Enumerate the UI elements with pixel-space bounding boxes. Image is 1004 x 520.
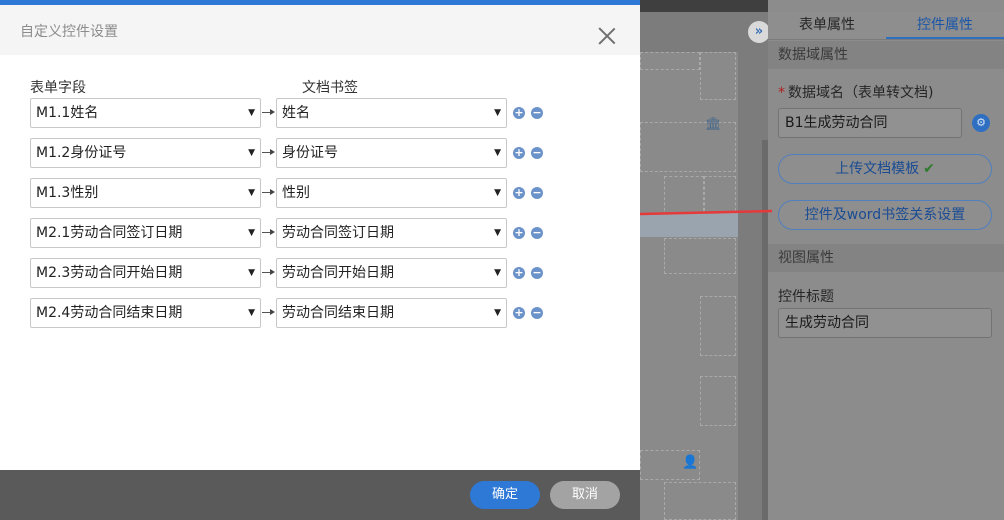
confirm-button[interactable]: 确定 [470, 481, 540, 509]
tab-form-properties[interactable]: 表单属性 [768, 12, 886, 39]
chevron-down-icon: ▼ [494, 148, 501, 158]
close-icon[interactable] [598, 27, 616, 45]
form-field-select[interactable]: M1.2身份证号 ▼ [30, 138, 261, 168]
data-domain-label: * 数据域名（表单转文档) [778, 85, 934, 101]
minus-circle-icon[interactable]: − [531, 227, 543, 239]
chevron-down-icon: ▼ [248, 268, 255, 278]
form-field-value: M1.2身份证号 [36, 145, 127, 161]
minus-circle-icon[interactable]: − [531, 107, 543, 119]
doc-bookmark-value: 劳动合同结束日期 [282, 305, 394, 321]
doc-bookmark-value: 劳动合同开始日期 [282, 265, 394, 281]
form-field-select[interactable]: M2.3劳动合同开始日期 ▼ [30, 258, 261, 288]
designer-form-preview [640, 52, 738, 520]
minus-circle-icon[interactable]: − [531, 187, 543, 199]
chevron-down-icon: ▼ [248, 188, 255, 198]
dialog-title: 自定义控件设置 [20, 24, 118, 40]
arrow-right-icon [262, 229, 276, 235]
form-field-select[interactable]: M1.1姓名 ▼ [30, 98, 261, 128]
arrow-right-icon [262, 109, 276, 115]
plus-circle-icon[interactable]: + [513, 307, 525, 319]
arrow-right-icon [262, 149, 276, 155]
mapping-row: M2.4劳动合同结束日期 ▼ 劳动合同结束日期 ▼ + − [30, 298, 550, 328]
doc-bookmark-select[interactable]: 姓名 ▼ [276, 98, 507, 128]
upload-template-button[interactable]: 上传文档模板 ✔ [778, 154, 992, 184]
form-field-value: M1.3性别 [36, 185, 99, 201]
chevron-down-icon: ▼ [494, 188, 501, 198]
plus-circle-icon[interactable]: + [513, 187, 525, 199]
chevron-down-icon: ▼ [248, 308, 255, 318]
doc-bookmark-value: 劳动合同签订日期 [282, 225, 394, 241]
tab-control-properties[interactable]: 控件属性 [886, 12, 1004, 39]
control-title-label: 控件标题 [778, 289, 834, 305]
minus-circle-icon[interactable]: − [531, 307, 543, 319]
plus-circle-icon[interactable]: + [513, 147, 525, 159]
mapping-row: M1.1姓名 ▼ 姓名 ▼ + − [30, 98, 550, 128]
mapping-row: M2.1劳动合同签订日期 ▼ 劳动合同签订日期 ▼ + − [30, 218, 550, 248]
doc-bookmark-select[interactable]: 身份证号 ▼ [276, 138, 507, 168]
doc-bookmark-select[interactable]: 性别 ▼ [276, 178, 507, 208]
dialog-footer: 确定 取消 [0, 470, 640, 520]
chevron-down-icon: ▼ [248, 108, 255, 118]
form-field-value: M1.1姓名 [36, 105, 99, 121]
collapse-panel-button[interactable]: » [748, 21, 770, 43]
chevron-down-icon: ▼ [494, 268, 501, 278]
chevron-down-icon: ▼ [494, 108, 501, 118]
cancel-button[interactable]: 取消 [550, 481, 620, 509]
plus-circle-icon[interactable]: + [513, 107, 525, 119]
form-field-value: M2.3劳动合同开始日期 [36, 265, 183, 281]
data-domain-input[interactable]: B1生成劳动合同 [778, 108, 962, 138]
chevron-down-icon: ▼ [248, 148, 255, 158]
properties-tabs: 表单属性 控件属性 [768, 12, 1004, 40]
mapping-row: M1.3性别 ▼ 性别 ▼ + − [30, 178, 550, 208]
arrow-right-icon [262, 309, 276, 315]
custom-control-settings-dialog: 自定义控件设置 表单字段 文档书签 M1.1姓名 ▼ 姓名 ▼ + − M1.2身份证号 ▼ 身… [0, 0, 640, 520]
column-header-form-field: 表单字段 [30, 80, 86, 96]
doc-bookmark-value: 身份证号 [282, 145, 338, 161]
form-field-value: M2.1劳动合同签订日期 [36, 225, 183, 241]
bank-icon: 🏛 [705, 117, 722, 132]
chevron-down-icon: ▼ [494, 228, 501, 238]
form-field-select[interactable]: M2.1劳动合同签订日期 ▼ [30, 218, 261, 248]
gear-icon[interactable]: ⚙ [972, 114, 990, 132]
form-field-select[interactable]: M1.3性别 ▼ [30, 178, 261, 208]
check-icon: ✔ [923, 161, 935, 177]
mapping-row: M1.2身份证号 ▼ 身份证号 ▼ + − [30, 138, 550, 168]
column-header-doc-bookmark: 文档书签 [302, 80, 358, 96]
control-title-input[interactable]: 生成劳动合同 [778, 308, 992, 338]
arrow-right-icon [262, 189, 276, 195]
designer-top-bar [640, 0, 768, 12]
mapping-row: M2.3劳动合同开始日期 ▼ 劳动合同开始日期 ▼ + − [30, 258, 550, 288]
doc-bookmark-select[interactable]: 劳动合同开始日期 ▼ [276, 258, 507, 288]
plus-circle-icon[interactable]: + [513, 267, 525, 279]
doc-bookmark-select[interactable]: 劳动合同结束日期 ▼ [276, 298, 507, 328]
doc-bookmark-value: 姓名 [282, 105, 310, 121]
chevron-down-icon: ▼ [494, 308, 501, 318]
form-field-value: M2.4劳动合同结束日期 [36, 305, 183, 321]
doc-bookmark-value: 性别 [282, 185, 310, 201]
user-icon: 👤 [682, 455, 699, 470]
minus-circle-icon[interactable]: − [531, 267, 543, 279]
properties-panel: 表单属性 控件属性 数据域属性 * 数据域名（表单转文档) B1生成劳动合同 ⚙ … [768, 0, 1004, 520]
plus-circle-icon[interactable]: + [513, 227, 525, 239]
arrow-right-icon [262, 269, 276, 275]
section-data-domain: 数据域属性 [768, 41, 1004, 69]
doc-bookmark-select[interactable]: 劳动合同签订日期 ▼ [276, 218, 507, 248]
minus-circle-icon[interactable]: − [531, 147, 543, 159]
section-view: 视图属性 [768, 244, 1004, 272]
control-bookmark-mapping-button[interactable]: 控件及word书签关系设置 [778, 200, 992, 230]
dialog-header: 自定义控件设置 [0, 5, 640, 55]
form-field-select[interactable]: M2.4劳动合同结束日期 ▼ [30, 298, 261, 328]
chevron-down-icon: ▼ [248, 228, 255, 238]
